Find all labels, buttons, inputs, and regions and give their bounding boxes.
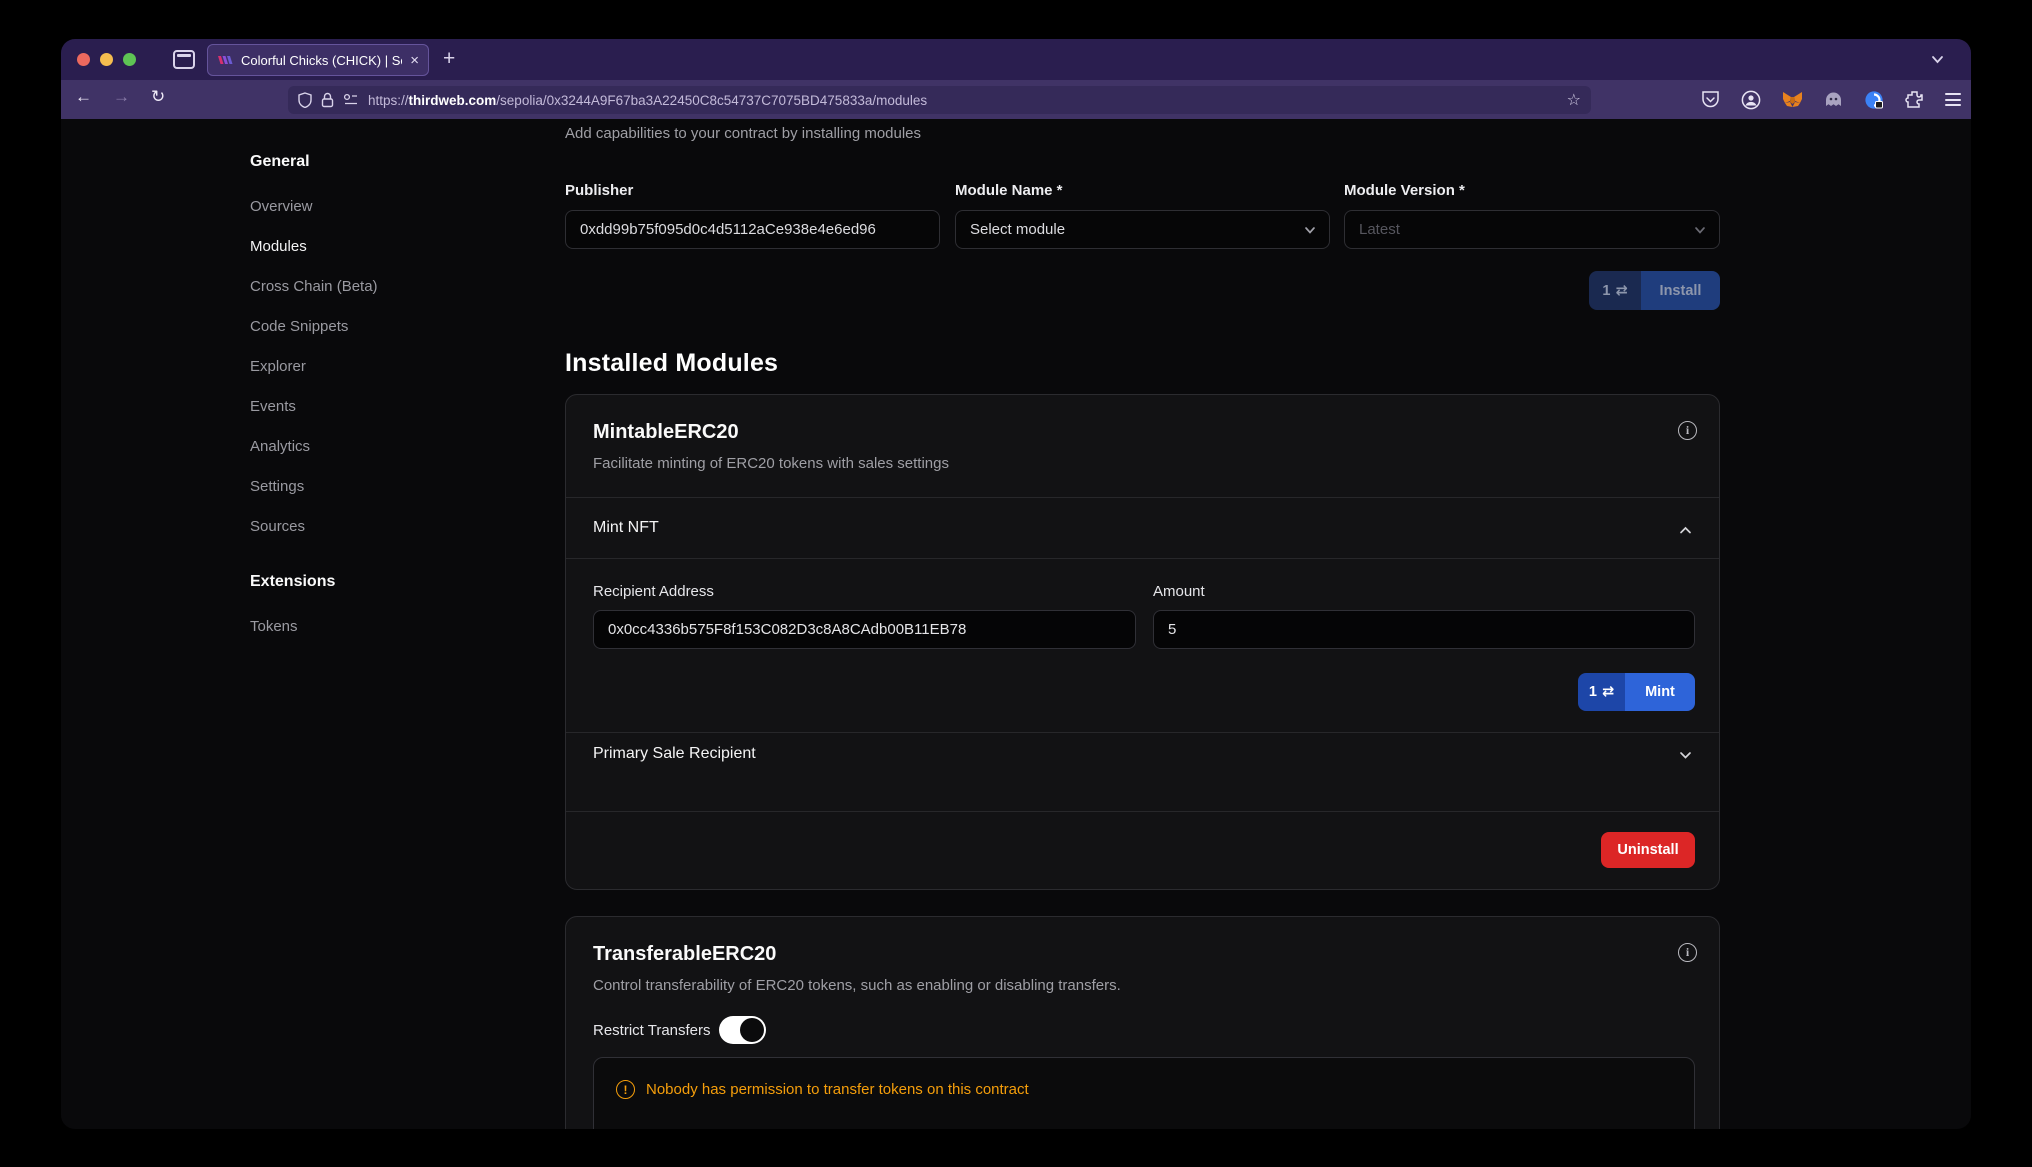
module-name-label: Module Name * <box>955 182 1063 199</box>
sidebar-section-general: General <box>250 153 480 187</box>
sidebar-section-extensions: Extensions <box>250 573 480 607</box>
window-controls[interactable] <box>77 53 136 66</box>
address-bar[interactable]: https://thirdweb.com/sepolia/0x3244A9F67… <box>288 86 1591 114</box>
padlock-icon[interactable] <box>321 92 334 108</box>
amount-input[interactable] <box>1153 610 1695 649</box>
forward-button: → <box>113 87 130 107</box>
url-domain: thirdweb.com <box>409 93 497 108</box>
sidebar-item-analytics[interactable]: Analytics <box>250 427 480 467</box>
installed-modules-heading: Installed Modules <box>565 349 778 378</box>
back-button[interactable]: ← <box>75 87 92 107</box>
tab-bar: Colorful Chicks (CHICK) | Sepoli × + <box>61 39 1971 80</box>
sidebar-item-explorer[interactable]: Explorer <box>250 347 480 387</box>
sidebar-item-settings[interactable]: Settings <box>250 467 480 507</box>
uninstall-button[interactable]: Uninstall <box>1601 832 1695 868</box>
chevron-down-icon <box>1693 223 1707 237</box>
module-description: Facilitate minting of ERC20 tokens with … <box>593 455 949 472</box>
contract-sidebar: General Overview Modules Cross Chain (Be… <box>250 153 480 647</box>
page-intro-text: Add capabilities to your contract by ins… <box>565 125 921 142</box>
bookmark-star-icon[interactable]: ☆ <box>1567 90 1581 110</box>
page-content: General Overview Modules Cross Chain (Be… <box>61 119 1971 1129</box>
reload-button[interactable]: ↻ <box>151 87 165 107</box>
module-name-selected-value: Select module <box>970 221 1065 238</box>
primary-sale-recipient-accordion[interactable]: Primary Sale Recipient <box>593 745 756 763</box>
extensions-puzzle-icon[interactable] <box>1905 90 1924 109</box>
warning-text: Nobody has permission to transfer tokens… <box>646 1081 1029 1098</box>
minimize-window-button[interactable] <box>100 53 113 66</box>
toolbar-extension-icons <box>1701 80 1961 119</box>
sidebar-item-sources[interactable]: Sources <box>250 507 480 547</box>
tab-title: Colorful Chicks (CHICK) | Sepoli <box>241 53 402 68</box>
chevron-down-icon <box>1303 223 1317 237</box>
restrict-transfers-label: Restrict Transfers <box>593 1022 711 1039</box>
new-tab-button[interactable]: + <box>443 47 455 71</box>
chevron-up-icon[interactable] <box>1678 523 1693 538</box>
sidebar-item-code-snippets[interactable]: Code Snippets <box>250 307 480 347</box>
browser-tab[interactable]: Colorful Chicks (CHICK) | Sepoli × <box>207 44 429 76</box>
chevron-down-icon[interactable] <box>1678 748 1693 763</box>
publisher-label: Publisher <box>565 182 633 199</box>
url-text[interactable]: https://thirdweb.com/sepolia/0x3244A9F67… <box>368 93 1558 108</box>
restrict-transfers-toggle[interactable] <box>719 1016 766 1044</box>
phantom-wallet-icon[interactable] <box>1824 90 1843 109</box>
warning-icon: ! <box>616 1080 635 1099</box>
permission-warning-box: ! Nobody has permission to transfer toke… <box>593 1057 1695 1129</box>
mint-nft-accordion[interactable]: Mint NFT <box>593 519 659 537</box>
modules-page: Add capabilities to your contract by ins… <box>565 119 1720 1129</box>
sidebar-item-modules[interactable]: Modules <box>250 227 480 267</box>
metamask-icon[interactable] <box>1782 90 1803 110</box>
install-button[interactable]: 1⇄ Install <box>1589 271 1720 310</box>
sidebar-item-cross-chain[interactable]: Cross Chain (Beta) <box>250 267 480 307</box>
transactions-icon: ⇄ <box>1602 684 1614 700</box>
install-button-label: Install <box>1641 271 1720 310</box>
mint-tx-count: 1⇄ <box>1578 673 1625 711</box>
mint-button-label: Mint <box>1625 673 1695 711</box>
amount-label: Amount <box>1153 583 1205 600</box>
tracking-protection-shield-icon[interactable] <box>298 92 312 108</box>
sidebar-item-overview[interactable]: Overview <box>250 187 480 227</box>
recipient-address-label: Recipient Address <box>593 583 714 600</box>
password-manager-icon[interactable] <box>1864 90 1884 110</box>
transactions-icon: ⇄ <box>1615 283 1627 299</box>
site-permissions-icon[interactable] <box>343 93 359 107</box>
info-icon[interactable]: i <box>1678 421 1697 440</box>
mint-button[interactable]: 1⇄ Mint <box>1578 673 1695 711</box>
module-version-selected-value: Latest <box>1359 221 1400 238</box>
module-name-select[interactable]: Select module <box>955 210 1330 249</box>
close-window-button[interactable] <box>77 53 90 66</box>
pocket-icon[interactable] <box>1701 90 1720 109</box>
module-card-mintable-erc20: MintableERC20 i Facilitate minting of ER… <box>565 394 1720 890</box>
browser-window: Colorful Chicks (CHICK) | Sepoli × + ← →… <box>61 39 1971 1129</box>
module-card-transferable-erc20: TransferableERC20 i Control transferabil… <box>565 916 1720 1129</box>
menu-hamburger-icon[interactable] <box>1945 93 1961 106</box>
module-title: TransferableERC20 <box>593 943 776 966</box>
account-icon[interactable] <box>1741 90 1761 110</box>
sidebar-item-events[interactable]: Events <box>250 387 480 427</box>
list-tabs-chevron-icon[interactable] <box>1930 52 1945 67</box>
navigation-toolbar: ← → ↻ https://thirdweb.com/sepolia/0x324… <box>61 80 1971 119</box>
module-title: MintableERC20 <box>593 421 739 444</box>
info-icon[interactable]: i <box>1678 943 1697 962</box>
zoom-window-button[interactable] <box>123 53 136 66</box>
tab-close-icon[interactable]: × <box>410 53 419 68</box>
module-version-select[interactable]: Latest <box>1344 210 1720 249</box>
recipient-address-input[interactable] <box>593 610 1136 649</box>
install-tx-count: 1⇄ <box>1589 271 1641 310</box>
module-version-label: Module Version * <box>1344 182 1465 199</box>
module-description: Control transferability of ERC20 tokens,… <box>593 977 1121 994</box>
firefox-view-icon[interactable] <box>173 50 195 69</box>
sidebar-item-tokens[interactable]: Tokens <box>250 607 480 647</box>
toggle-knob <box>740 1018 764 1042</box>
thirdweb-favicon-icon <box>217 52 233 68</box>
publisher-input[interactable] <box>565 210 940 249</box>
